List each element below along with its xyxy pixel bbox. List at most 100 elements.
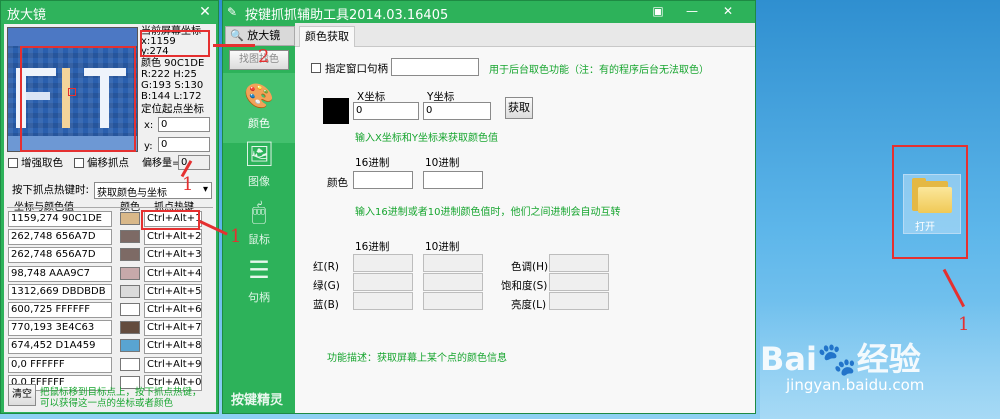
watermark-brand: Bai	[760, 340, 817, 378]
handle-label: 指定窗口句柄	[325, 63, 388, 75]
y-coord-input[interactable]: 0	[423, 102, 491, 120]
coord-cell[interactable]: 770,193 3E4C63	[8, 320, 112, 337]
enhance-label: 增强取色	[21, 157, 63, 169]
blue-label: 蓝(B)	[313, 299, 339, 311]
offset-checkbox[interactable]	[74, 158, 84, 168]
hotkey-cell[interactable]: Ctrl+Alt+7	[144, 320, 202, 337]
table-row: 674,452 D1A459 Ctrl+Alt+8	[8, 338, 208, 355]
table-row: 0,0 FFFFFF Ctrl+Alt+9	[8, 356, 208, 374]
rgb-g: G:193 S:130	[141, 80, 204, 91]
annotation-box	[20, 46, 136, 152]
blue-dec-input[interactable]	[423, 292, 483, 310]
color-label: 颜色	[327, 177, 348, 189]
coord-cell[interactable]: 600,725 FFFFFF	[8, 302, 112, 318]
handle-checkbox[interactable]	[311, 63, 321, 73]
hotkey-cell[interactable]: Ctrl+Alt+5	[144, 283, 202, 300]
rgb-b: B:144 L:172	[141, 91, 202, 102]
sidebar-item-label: 句柄	[248, 291, 270, 304]
annotation-number: 1	[958, 314, 970, 335]
sidebar: 🔍 放大镜 找图找色 🎨 颜色 🖼 图像 🖱 鼠标 ☰ 句柄 按键精灵	[223, 23, 295, 413]
coord-cell[interactable]: 262,748 656A7D	[8, 229, 112, 246]
coord-cell[interactable]: 262,748 656A7D	[8, 247, 112, 264]
restore-icon[interactable]: ▣	[647, 3, 669, 19]
offset-value-input[interactable]: 0	[178, 155, 210, 170]
color-swatch	[120, 284, 140, 298]
hotkey-cell[interactable]: Ctrl+Alt+6	[144, 302, 202, 318]
minimize-icon[interactable]: —	[681, 3, 703, 19]
sidebar-item-label: 颜色	[248, 117, 270, 130]
tab-color-get[interactable]: 颜色获取	[299, 26, 355, 47]
handle-input[interactable]	[391, 58, 479, 76]
close-icon[interactable]: ✕	[717, 3, 739, 19]
offset-value-label: 偏移量=	[142, 158, 181, 169]
coord-cell[interactable]: 1159,274 90C1DE	[8, 211, 112, 227]
green-dec-input[interactable]	[423, 273, 483, 291]
hotkey-cell[interactable]: Ctrl+Alt+4	[144, 265, 202, 282]
sidebar-item-label: 鼠标	[248, 233, 270, 246]
hue-input[interactable]	[549, 254, 609, 272]
coord-cell[interactable]: 674,452 D1A459	[8, 338, 112, 355]
red-dec-input[interactable]	[423, 254, 483, 272]
color-preview	[323, 98, 349, 124]
green-label: 绿(G)	[313, 280, 340, 292]
clear-button[interactable]: 清空	[8, 384, 36, 406]
hotkey-cell[interactable]: Ctrl+Alt+9	[144, 356, 202, 373]
enhance-checkbox[interactable]	[8, 158, 18, 168]
offset-label: 偏移抓点	[87, 157, 129, 169]
annotation-number: 1	[230, 226, 242, 247]
locate-x-input[interactable]: 0	[158, 117, 210, 132]
tab-bar: 颜色获取	[295, 23, 755, 47]
content-pane: 颜色获取 指定窗口句柄 用于后台取色功能（注：有的程序后台无法取色） X坐标 0…	[295, 23, 755, 413]
annotation-number: 2	[258, 46, 270, 67]
locate-x-label: x:	[144, 120, 154, 131]
luminance-input[interactable]	[549, 292, 609, 310]
annotation-arrow	[213, 44, 255, 47]
description: 功能描述：获取屏幕上某个点的颜色信息	[327, 353, 507, 364]
dec-input[interactable]	[423, 171, 483, 189]
table-row: 1312,669 DBDBDB Ctrl+Alt+5	[8, 283, 208, 301]
table-row: 98,748 AAA9C7 Ctrl+Alt+4	[8, 265, 208, 283]
dec-label: 10进制	[425, 157, 460, 169]
hex-label: 16进制	[355, 157, 390, 169]
saturation-input[interactable]	[549, 273, 609, 291]
hex-input[interactable]	[353, 171, 413, 189]
hint-line-2: 可以获得这一点的坐标或者颜色	[40, 398, 174, 409]
tool-title: 按键抓抓辅助工具2014.03.16405	[245, 8, 449, 23]
coord-cell[interactable]: 1312,669 DBDBDB	[8, 283, 112, 300]
hotkey-mode-select[interactable]: 获取颜色与坐标 ▾	[94, 182, 212, 199]
sidebar-item-sliders[interactable]: ☰ 句柄	[223, 247, 295, 317]
hotkey-cell[interactable]: Ctrl+Alt+2	[144, 229, 202, 246]
close-icon[interactable]: ✕	[196, 3, 214, 21]
sliders-icon: ☰	[248, 256, 270, 284]
table-row: 770,193 3E4C63 Ctrl+Alt+7	[8, 320, 208, 337]
hotkey-mode-value: 获取颜色与坐标	[97, 188, 167, 199]
color-value: 颜色 90C1DE	[141, 58, 205, 69]
handle-hint: 用于后台取色功能（注：有的程序后台无法取色）	[489, 65, 709, 76]
get-button[interactable]: 获取	[505, 97, 533, 119]
locate-y-input[interactable]: 0	[158, 137, 210, 152]
x-coord-input[interactable]: 0	[353, 102, 419, 120]
table-row: 262,748 656A7D Ctrl+Alt+2	[8, 229, 208, 246]
color-swatch	[120, 339, 140, 353]
hotkey-cell[interactable]: Ctrl+Alt+3	[144, 247, 202, 264]
dec-label-2: 10进制	[425, 241, 460, 253]
coord-cell[interactable]: 98,748 AAA9C7	[8, 265, 112, 282]
convert-hint: 输入16进制或者10进制颜色值时，他们之间进制会自动互转	[355, 207, 621, 218]
locate-y-label: y:	[144, 141, 153, 152]
brand-label: 按键精灵	[231, 393, 284, 408]
hue-label: 色调(H)	[511, 261, 549, 273]
red-label: 红(R)	[313, 261, 339, 273]
red-hex-input[interactable]	[353, 254, 413, 272]
green-hex-input[interactable]	[353, 273, 413, 291]
hotkey-cell[interactable]: Ctrl+Alt+8	[144, 338, 202, 355]
magnifier-body: 当前屏幕坐标 x:1159 y:274 颜色 90C1DE R:222 H:25…	[4, 24, 216, 412]
color-swatch	[120, 321, 140, 335]
coord-cell[interactable]: 0,0 FFFFFF	[8, 356, 112, 373]
mouse-icon: 🖱	[251, 198, 267, 226]
watermark-url: jingyan.baidu.com	[786, 376, 925, 394]
color-swatch	[120, 248, 140, 262]
color-swatch	[120, 303, 140, 316]
blue-hex-input[interactable]	[353, 292, 413, 310]
magnifier-tab[interactable]: 🔍 放大镜	[225, 26, 295, 46]
color-swatch	[120, 230, 140, 244]
